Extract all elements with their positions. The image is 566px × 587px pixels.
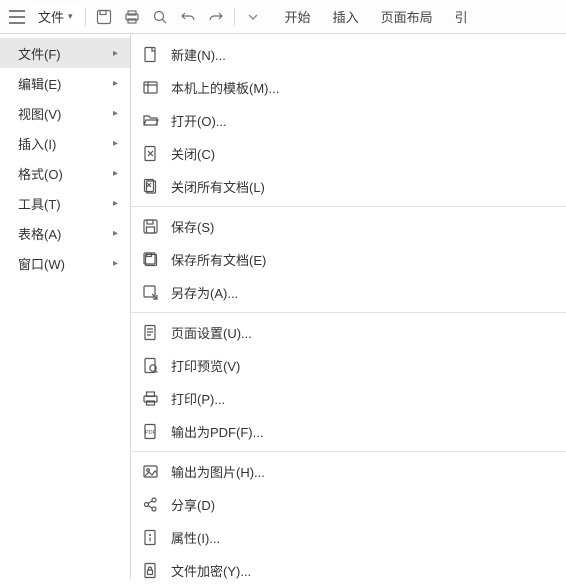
submenu: 新建(N)... 本机上的模板(M)... 打开(O)... 关闭(C) 关闭所有文档(…: [130, 34, 566, 579]
side-menu-label: 文件(F): [18, 44, 61, 63]
pdf-icon: PDF: [141, 423, 159, 441]
submenu-label: 输出为图片(H)...: [171, 462, 265, 481]
chevron-right-icon: ▸: [113, 78, 118, 89]
close-icon: [141, 145, 159, 163]
submenu-item-group4-2[interactable]: 属性(I)...: [131, 521, 566, 554]
save-all-icon: [141, 251, 159, 269]
submenu-label: 关闭(C): [171, 144, 215, 163]
side-menu: 文件(F)▸编辑(E)▸视图(V)▸插入(I)▸格式(O)▸工具(T)▸表格(A…: [0, 34, 130, 579]
submenu-label: 另存为(A)...: [171, 283, 238, 302]
redo-toolbar-icon[interactable]: [202, 4, 230, 30]
side-menu-label: 表格(A): [18, 224, 61, 243]
submenu-label: 本机上的模板(M)...: [171, 78, 279, 97]
save-toolbar-icon[interactable]: [90, 4, 118, 30]
submenu-label: 打开(O)...: [171, 111, 227, 130]
submenu-item-group3-1[interactable]: 打印预览(V): [131, 349, 566, 382]
submenu-label: 分享(D): [171, 495, 215, 514]
toolbar-separator: [85, 8, 86, 26]
submenu-label: 属性(I)...: [171, 528, 220, 547]
chevron-right-icon: ▸: [113, 228, 118, 239]
ribbon-tabs: 开始 插入 页面布局 引: [285, 7, 468, 26]
tab-reference[interactable]: 引: [455, 7, 468, 26]
save-icon: [141, 218, 159, 236]
print-icon: [141, 390, 159, 408]
encrypt-icon: [141, 562, 159, 580]
submenu-item-group3-2[interactable]: 打印(P)...: [131, 382, 566, 415]
submenu-label: 打印(P)...: [171, 389, 225, 408]
save-as-icon: [141, 284, 159, 302]
submenu-separator: [131, 206, 566, 207]
submenu-item-group3-0[interactable]: 页面设置(U)...: [131, 316, 566, 349]
toolbar-chevron-icon[interactable]: [239, 4, 267, 30]
side-menu-item-5[interactable]: 工具(T) ▸: [0, 188, 130, 218]
submenu-item-group1-4[interactable]: 关闭所有文档(L): [131, 170, 566, 203]
image-icon: [141, 463, 159, 481]
close-all-icon: [141, 178, 159, 196]
chevron-right-icon: ▸: [113, 108, 118, 119]
submenu-label: 新建(N)...: [171, 45, 226, 64]
side-menu-item-4[interactable]: 格式(O) ▸: [0, 158, 130, 188]
tab-insert[interactable]: 插入: [333, 7, 359, 26]
template-icon: [141, 79, 159, 97]
submenu-separator: [131, 451, 566, 452]
share-icon: [141, 496, 159, 514]
chevron-right-icon: ▸: [113, 168, 118, 179]
submenu-item-group2-1[interactable]: 保存所有文档(E): [131, 243, 566, 276]
side-menu-item-7[interactable]: 窗口(W) ▸: [0, 248, 130, 278]
submenu-label: 关闭所有文档(L): [171, 177, 265, 196]
chevron-right-icon: ▸: [113, 48, 118, 59]
tab-start[interactable]: 开始: [285, 7, 311, 26]
new-doc-icon: [141, 46, 159, 64]
submenu-label: 保存所有文档(E): [171, 250, 266, 269]
submenu-item-group1-0[interactable]: 新建(N)...: [131, 38, 566, 71]
file-button[interactable]: 文件 ▾: [30, 4, 81, 30]
undo-toolbar-icon[interactable]: [174, 4, 202, 30]
chevron-right-icon: ▸: [113, 138, 118, 149]
toolbar-separator-2: [234, 8, 235, 26]
preview-toolbar-icon[interactable]: [146, 4, 174, 30]
side-menu-item-0[interactable]: 文件(F) ▸: [0, 38, 130, 68]
properties-icon: [141, 529, 159, 547]
print-toolbar-icon[interactable]: [118, 4, 146, 30]
submenu-item-group2-2[interactable]: 另存为(A)...: [131, 276, 566, 309]
page-setup-icon: [141, 324, 159, 342]
svg-text:PDF: PDF: [145, 430, 157, 436]
side-menu-label: 工具(T): [18, 194, 61, 213]
side-menu-label: 插入(I): [18, 134, 56, 153]
submenu-label: 页面设置(U)...: [171, 323, 252, 342]
side-menu-label: 编辑(E): [18, 74, 61, 93]
submenu-item-group2-0[interactable]: 保存(S): [131, 210, 566, 243]
submenu-label: 输出为PDF(F)...: [171, 422, 263, 441]
open-icon: [141, 112, 159, 130]
submenu-item-group3-3[interactable]: PDF 输出为PDF(F)...: [131, 415, 566, 448]
submenu-label: 保存(S): [171, 217, 214, 236]
submenu-item-group4-0[interactable]: 输出为图片(H)...: [131, 455, 566, 488]
submenu-item-group1-1[interactable]: 本机上的模板(M)...: [131, 71, 566, 104]
submenu-separator: [131, 312, 566, 313]
side-menu-item-1[interactable]: 编辑(E) ▸: [0, 68, 130, 98]
side-menu-label: 格式(O): [18, 164, 63, 183]
tab-page-layout[interactable]: 页面布局: [381, 7, 433, 26]
side-menu-item-2[interactable]: 视图(V) ▸: [0, 98, 130, 128]
submenu-label: 打印预览(V): [171, 356, 240, 375]
menu-icon[interactable]: [4, 4, 30, 30]
file-button-label: 文件: [38, 7, 64, 26]
submenu-label: 文件加密(Y)...: [171, 561, 251, 580]
toolbar: 文件 ▾ 开始 插入: [0, 0, 566, 34]
chevron-right-icon: ▸: [113, 258, 118, 269]
side-menu-label: 视图(V): [18, 104, 61, 123]
side-menu-label: 窗口(W): [18, 254, 65, 273]
chevron-down-icon: ▾: [68, 11, 73, 22]
chevron-right-icon: ▸: [113, 198, 118, 209]
submenu-item-group1-3[interactable]: 关闭(C): [131, 137, 566, 170]
print-preview-icon: [141, 357, 159, 375]
submenu-item-group4-3[interactable]: 文件加密(Y)...: [131, 554, 566, 587]
submenu-item-group1-2[interactable]: 打开(O)...: [131, 104, 566, 137]
side-menu-item-6[interactable]: 表格(A) ▸: [0, 218, 130, 248]
side-menu-item-3[interactable]: 插入(I) ▸: [0, 128, 130, 158]
submenu-item-group4-1[interactable]: 分享(D): [131, 488, 566, 521]
